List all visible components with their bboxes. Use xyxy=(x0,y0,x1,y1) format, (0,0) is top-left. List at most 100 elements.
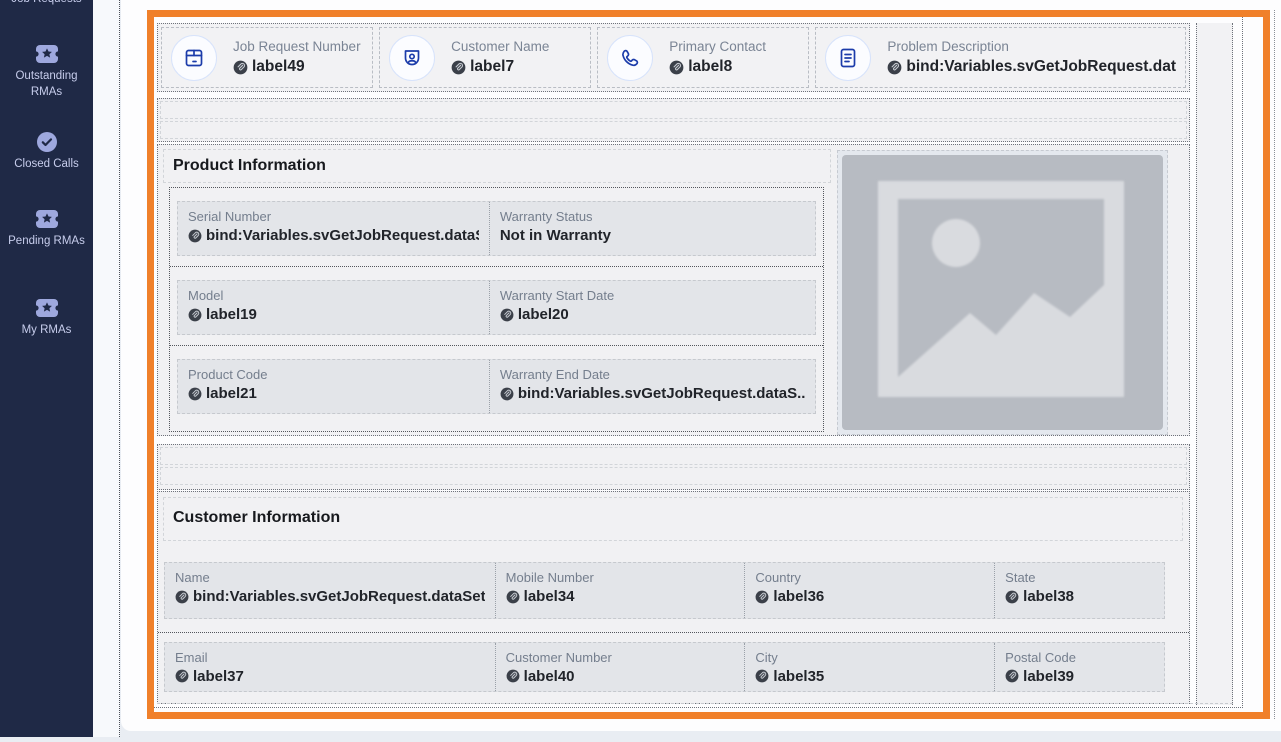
sidebar-item-closed-calls[interactable]: Closed Calls xyxy=(0,131,93,173)
field-name[interactable]: Name bind:Variables.svGetJobRequest.data… xyxy=(165,563,495,618)
field-label: Warranty End Date xyxy=(500,367,805,382)
empty-layout-row[interactable] xyxy=(157,98,1190,142)
field-row[interactable]: Product Code label21 Warranty End Date xyxy=(177,359,816,414)
empty-layout-cell xyxy=(160,447,1187,465)
card-label: Problem Description xyxy=(887,39,1176,54)
field-warranty-start-date[interactable]: Warranty Start Date label20 xyxy=(489,281,815,334)
field-model[interactable]: Model label19 xyxy=(178,281,489,334)
product-image-widget[interactable] xyxy=(837,150,1168,435)
field-row-group: Serial Number bind:Variables.svGetJobReq… xyxy=(170,188,823,267)
field-value: bind:Variables.svGetJobRequest.dataSet..… xyxy=(175,588,485,605)
package-icon xyxy=(171,35,217,81)
phone-icon xyxy=(607,35,653,81)
image-placeholder-icon xyxy=(842,155,1163,430)
field-value: label20 xyxy=(500,306,805,323)
bind-icon xyxy=(669,60,684,75)
field-value: label40 xyxy=(506,668,735,684)
field-value: label36 xyxy=(755,588,984,605)
section-title: Customer Information xyxy=(164,498,1182,534)
customer-field-row[interactable]: Email label37 Customer Number lab xyxy=(164,642,1165,692)
field-mobile-number[interactable]: Mobile Number label34 xyxy=(495,563,745,618)
field-warranty-status[interactable]: Warranty Status Not in Warranty xyxy=(489,202,815,255)
section-title-container[interactable]: Product Information xyxy=(163,149,831,183)
card-primary-contact[interactable]: Primary Contact label8 xyxy=(597,27,809,88)
field-city[interactable]: City label35 xyxy=(744,643,994,691)
card-label: Job Request Number xyxy=(233,39,361,54)
field-label: Serial Number xyxy=(188,209,479,224)
field-label: Postal Code xyxy=(1005,650,1154,665)
field-label: Name xyxy=(175,570,485,585)
card-label: Customer Name xyxy=(451,39,549,54)
bind-icon xyxy=(1005,669,1019,683)
field-warranty-end-date[interactable]: Warranty End Date bind:Variables.svGetJo… xyxy=(489,360,815,413)
summary-cards-row[interactable]: Job Request Number label49 xyxy=(157,23,1190,92)
rma-ticket-icon xyxy=(35,297,59,319)
product-information-panel[interactable]: Product Information Serial Number bind:V… xyxy=(157,144,1190,436)
rma-ticket-icon xyxy=(35,208,59,230)
row-separator-line xyxy=(158,632,1189,633)
field-row-group: Product Code label21 Warranty End Date xyxy=(170,346,823,424)
sidebar-item-job-requests[interactable]: Job Requests xyxy=(0,0,93,8)
sidebar-item-pending-rmas[interactable]: Pending RMAs xyxy=(0,208,93,250)
bind-icon xyxy=(188,387,202,401)
field-row[interactable]: Model label19 Warranty Start Date xyxy=(177,280,816,335)
bind-icon xyxy=(188,229,202,243)
empty-layout-cell xyxy=(160,467,1187,485)
container-guide-line xyxy=(1274,10,1275,719)
sidebar-item-my-rmas[interactable]: My RMAs xyxy=(0,297,93,339)
card-customer-name[interactable]: Customer Name label7 xyxy=(379,27,591,88)
field-label: Product Code xyxy=(188,367,479,382)
field-label: Customer Number xyxy=(506,650,735,665)
bind-icon xyxy=(755,669,769,683)
field-value: bind:Variables.svGetJobRequest.dataS... xyxy=(188,227,479,244)
field-email[interactable]: Email label37 xyxy=(165,643,495,691)
field-value: label21 xyxy=(188,385,479,402)
sidebar-item-label: My RMAs xyxy=(17,323,77,339)
field-value: label34 xyxy=(506,588,735,605)
field-label: Mobile Number xyxy=(506,570,735,585)
bind-icon xyxy=(175,590,189,604)
field-label: Warranty Status xyxy=(500,209,805,224)
field-value: label19 xyxy=(188,306,479,323)
field-row[interactable]: Serial Number bind:Variables.svGetJobReq… xyxy=(177,201,816,256)
product-fields-container[interactable]: Serial Number bind:Variables.svGetJobReq… xyxy=(169,187,824,432)
section-title-container[interactable]: Customer Information xyxy=(163,497,1183,541)
field-value: Not in Warranty xyxy=(500,227,805,244)
card-value: label7 xyxy=(451,58,549,76)
field-postal-code[interactable]: Postal Code label39 xyxy=(994,643,1164,691)
sidebar-item-label: Outstanding RMAs xyxy=(0,69,93,100)
field-label: State xyxy=(1005,570,1154,585)
field-product-code[interactable]: Product Code label21 xyxy=(178,360,489,413)
sidebar-item-label: Job Requests xyxy=(6,0,86,8)
bind-icon xyxy=(1005,590,1019,604)
user-badge-icon xyxy=(389,35,435,81)
card-value: bind:Variables.svGetJobRequest.dat xyxy=(887,58,1176,76)
field-customer-number[interactable]: Customer Number label40 xyxy=(495,643,745,691)
field-label: City xyxy=(755,650,984,665)
rma-ticket-icon xyxy=(35,43,59,65)
page-layout-container[interactable]: Job Request Number label49 xyxy=(152,16,1243,708)
field-value: label38 xyxy=(1005,588,1154,605)
card-value: label8 xyxy=(669,58,766,76)
field-value: label39 xyxy=(1005,668,1154,684)
container-guide-line xyxy=(157,703,1233,704)
designer-canvas: Job Requests Outstanding RMAs Closed xyxy=(0,0,1281,742)
field-serial-number[interactable]: Serial Number bind:Variables.svGetJobReq… xyxy=(178,202,489,255)
card-job-request-number[interactable]: Job Request Number label49 xyxy=(161,27,373,88)
field-label: Model xyxy=(188,288,479,303)
card-problem-description[interactable]: Problem Description bind:Variables.svGet… xyxy=(815,27,1186,88)
customer-field-row[interactable]: Name bind:Variables.svGetJobRequest.data… xyxy=(164,562,1165,619)
sidebar-item-outstanding-rmas[interactable]: Outstanding RMAs xyxy=(0,43,93,100)
bind-icon xyxy=(175,669,189,683)
field-state[interactable]: State label38 xyxy=(994,563,1164,618)
empty-layout-row[interactable] xyxy=(157,444,1190,490)
bind-icon xyxy=(451,60,466,75)
bind-icon xyxy=(506,669,520,683)
bind-icon xyxy=(500,387,514,401)
field-country[interactable]: Country label36 xyxy=(744,563,994,618)
card-label: Primary Contact xyxy=(669,39,766,54)
field-value: label37 xyxy=(175,668,485,684)
customer-information-panel[interactable]: Customer Information Name bind:Variables… xyxy=(157,491,1190,704)
card-value: label49 xyxy=(233,58,361,76)
sidebar-item-label: Pending RMAs xyxy=(3,234,90,250)
